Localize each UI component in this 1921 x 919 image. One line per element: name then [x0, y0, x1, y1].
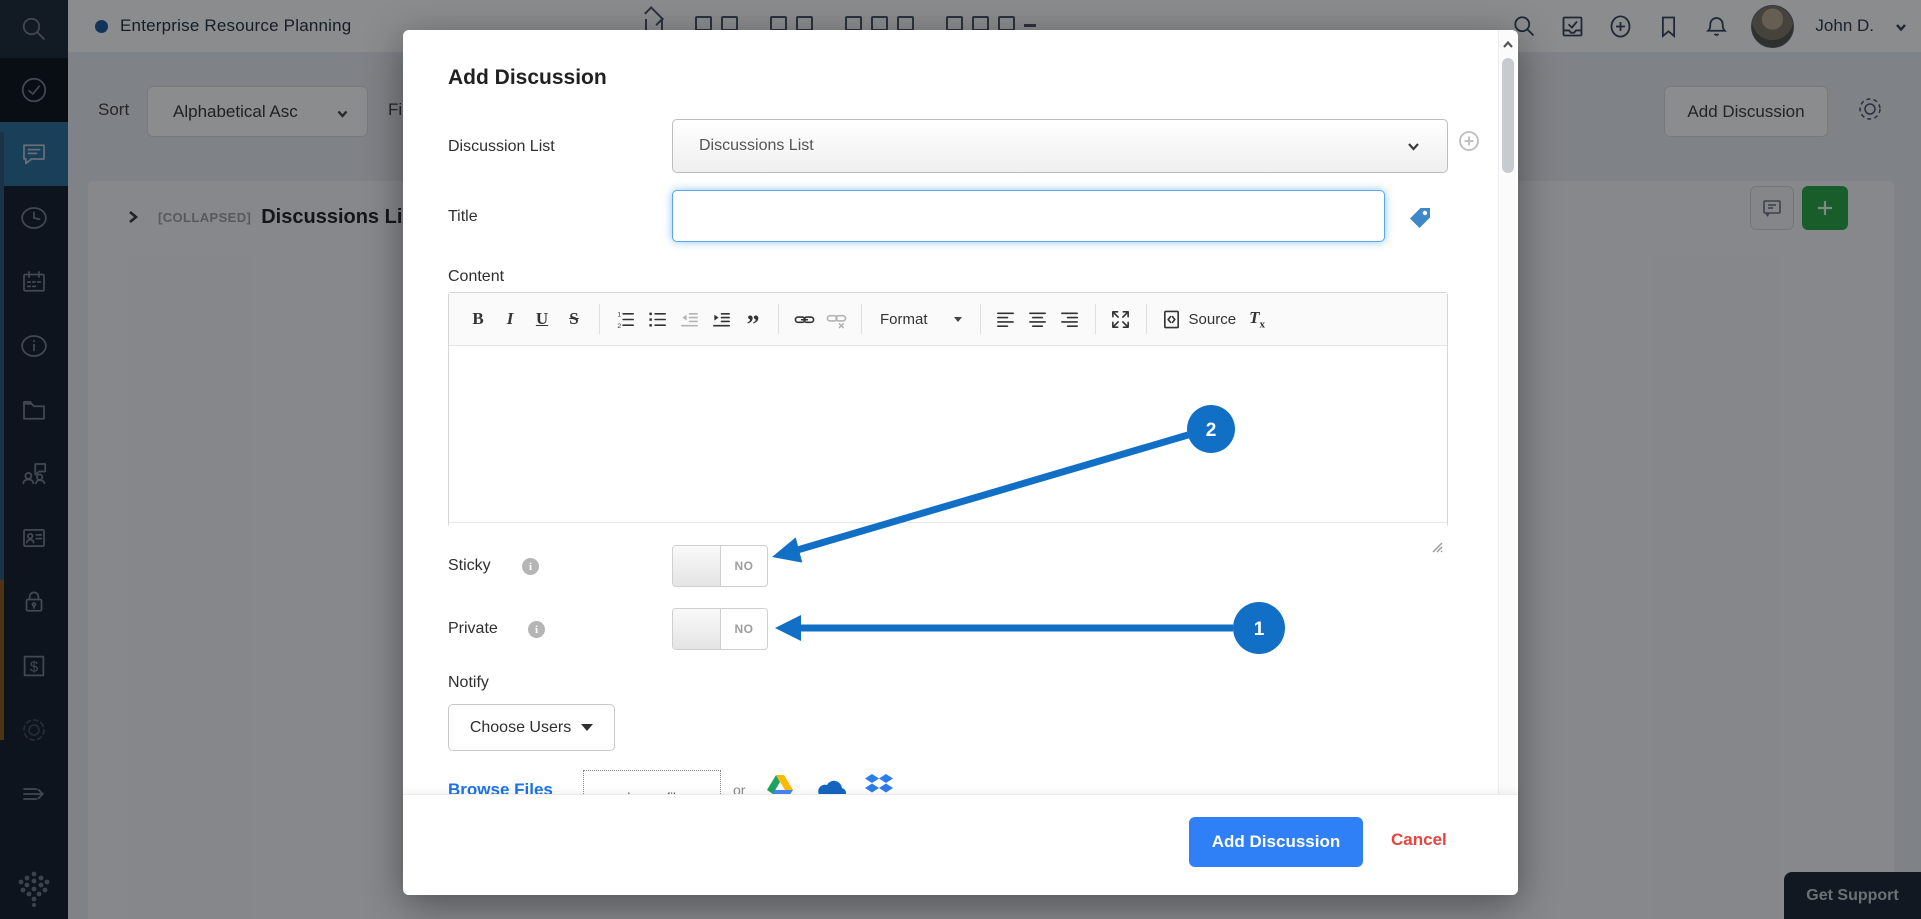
info-icon[interactable]: i [522, 558, 539, 575]
align-left-button[interactable] [991, 303, 1021, 335]
align-center-button[interactable] [1023, 303, 1053, 335]
modal-footer: Add Discussion Cancel [403, 794, 1518, 895]
svg-text:2: 2 [617, 323, 621, 330]
tag-icon[interactable] [1406, 204, 1434, 232]
add-discussion-modal: Add Discussion Discussion List Discussio… [403, 30, 1518, 895]
underline-button[interactable]: U [527, 303, 557, 335]
toggle-knob [673, 546, 721, 586]
outdent-button[interactable] [674, 303, 704, 335]
toolbar-separator [1095, 304, 1096, 334]
resize-handle-icon[interactable] [1431, 540, 1443, 552]
link-button[interactable] [789, 303, 819, 335]
content-label: Content [448, 268, 504, 286]
discussion-list-label: Discussion List [448, 138, 555, 156]
italic-button[interactable]: I [495, 303, 525, 335]
screen: Enterprise Resource Planning John D. [0, 0, 1921, 919]
modal-scrollbar[interactable] [1498, 30, 1516, 794]
toolbar-separator [861, 304, 862, 334]
align-right-button[interactable] [1055, 303, 1085, 335]
notify-label: Notify [448, 674, 489, 692]
removeformat-button[interactable]: Tx [1242, 303, 1272, 335]
quote-button[interactable]: ” [738, 303, 768, 335]
caret-down-icon [581, 724, 593, 731]
choose-users-button[interactable]: Choose Users [448, 704, 615, 751]
private-label: Private [448, 620, 498, 638]
caret-down-icon [954, 317, 962, 322]
toolbar-separator [1146, 304, 1147, 334]
add-discussion-submit-button[interactable]: Add Discussion [1189, 817, 1363, 867]
editor-content-area[interactable] [449, 347, 1447, 522]
toolbar-separator [980, 304, 981, 334]
info-icon[interactable]: i [528, 621, 545, 638]
format-dropdown-label: Format [880, 311, 928, 328]
sticky-toggle[interactable]: NO [672, 545, 768, 587]
ol-button[interactable]: 12 [610, 303, 640, 335]
toggle-state: NO [721, 609, 767, 649]
toolbar-separator [778, 304, 779, 334]
unlink-button[interactable] [821, 303, 851, 335]
strike-button[interactable]: S [559, 303, 589, 335]
discussion-list-value: Discussions List [699, 137, 814, 155]
editor-status-bar [449, 522, 1447, 556]
indent-button[interactable] [706, 303, 736, 335]
chevron-down-icon [1406, 139, 1421, 154]
scroll-up-icon[interactable] [1502, 38, 1514, 50]
private-toggle[interactable]: NO [672, 608, 768, 650]
source-button[interactable]: Source [1157, 303, 1241, 335]
rich-text-editor: BIUS12”FormatSourceTx [448, 292, 1448, 527]
maximize-button[interactable] [1106, 303, 1136, 335]
format-dropdown[interactable]: Format [872, 303, 970, 335]
toolbar-separator [599, 304, 600, 334]
source-button-label: Source [1189, 311, 1237, 328]
ul-button[interactable] [642, 303, 672, 335]
add-list-icon[interactable] [1458, 130, 1480, 152]
toggle-state: NO [721, 546, 767, 586]
modal-title: Add Discussion [448, 66, 607, 90]
cancel-button[interactable]: Cancel [1391, 830, 1447, 850]
toggle-knob [673, 609, 721, 649]
svg-text:1: 1 [617, 311, 621, 318]
discussion-list-select[interactable]: Discussions List [672, 119, 1448, 173]
scrollbar-thumb[interactable] [1502, 58, 1514, 173]
title-input[interactable] [672, 190, 1385, 242]
title-label: Title [448, 208, 478, 226]
sticky-label: Sticky [448, 557, 491, 575]
bold-button[interactable]: B [463, 303, 493, 335]
editor-toolbar: BIUS12”FormatSourceTx [449, 293, 1447, 346]
